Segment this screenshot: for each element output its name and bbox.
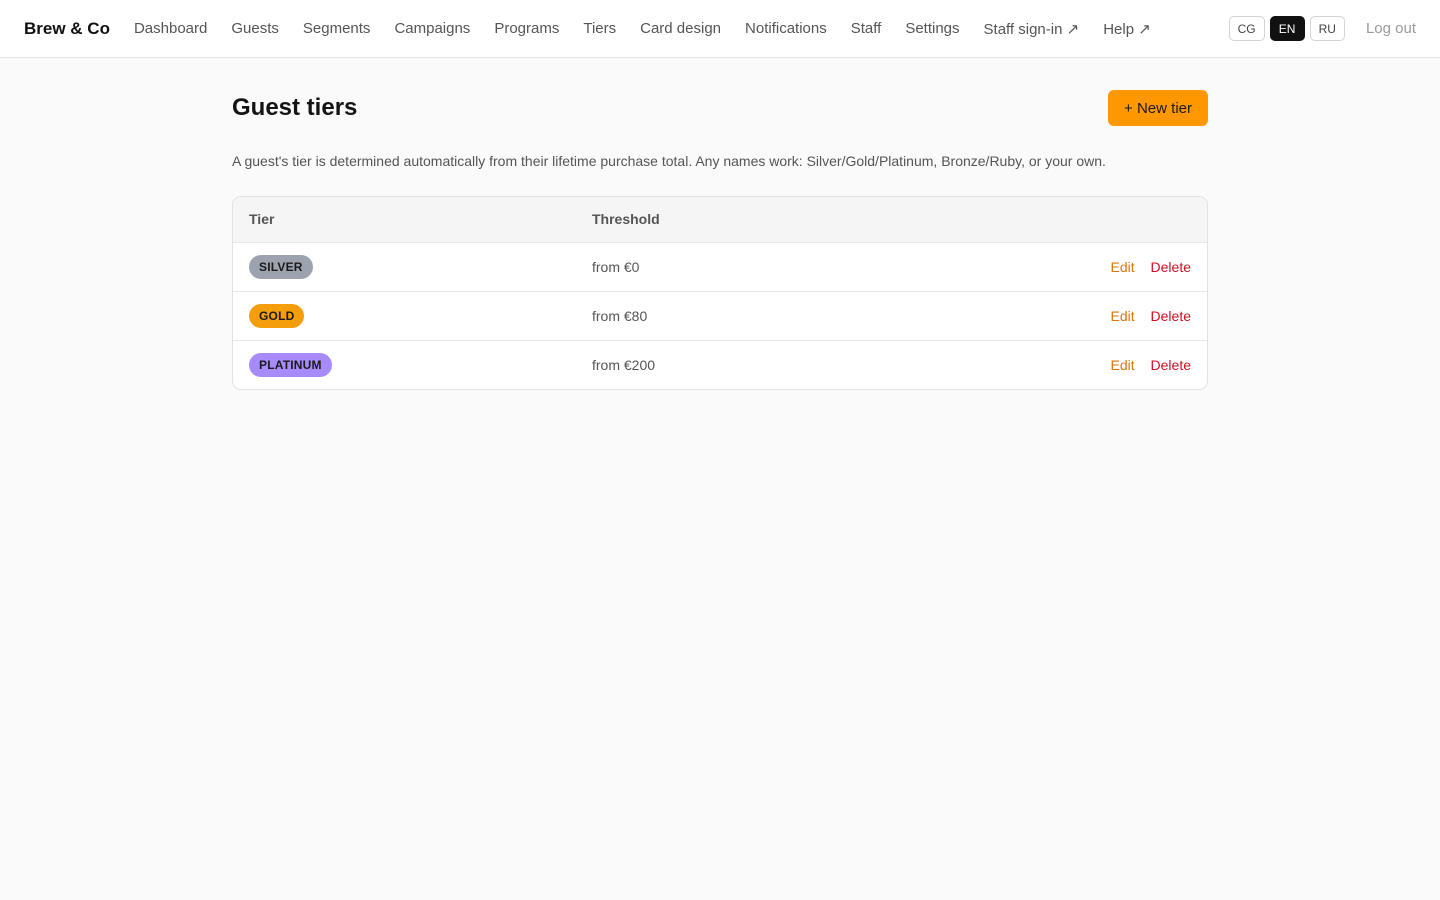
delete-link[interactable]: Delete (1151, 357, 1191, 373)
page-description: A guest's tier is determined automatical… (232, 153, 1106, 169)
page-title: Guest tiers (232, 94, 358, 121)
threshold-cell: from €0 (592, 258, 640, 275)
tier-cell: GOLD (233, 291, 576, 340)
nav-item-guests[interactable]: Guests (231, 20, 279, 37)
actions-cell: Edit Delete (872, 242, 1207, 291)
table-row: PLATINUM from €200 Edit Delete (233, 340, 1207, 389)
nav-item-campaigns[interactable]: Campaigns (394, 20, 470, 37)
language-switcher: CG EN RU Log out (1228, 16, 1416, 41)
nav-item-dashboard[interactable]: Dashboard (134, 20, 207, 37)
tier-cell: PLATINUM (233, 340, 576, 389)
nav-item-help[interactable]: Help ↗ (1103, 20, 1151, 38)
delete-link[interactable]: Delete (1151, 259, 1191, 275)
top-navigation-bar: Brew & Co Dashboard Guests Segments Camp… (0, 0, 1440, 58)
language-button-ru[interactable]: RU (1309, 16, 1345, 41)
main-nav: Dashboard Guests Segments Campaigns Prog… (134, 20, 1229, 38)
brand-logo[interactable]: Brew & Co (24, 19, 110, 39)
table-body: SILVER from €0 Edit Delete GOLD from €80… (233, 242, 1207, 389)
tier-badge-silver: SILVER (249, 254, 313, 279)
nav-item-staff[interactable]: Staff (851, 20, 882, 37)
delete-link[interactable]: Delete (1151, 308, 1191, 324)
nav-item-programs[interactable]: Programs (494, 20, 559, 37)
column-header-tier: Tier (249, 211, 275, 228)
table-row: SILVER from €0 Edit Delete (233, 242, 1207, 291)
actions-cell: Edit Delete (872, 340, 1207, 389)
tier-badge-platinum: PLATINUM (249, 352, 332, 377)
main-content: Guest tiers + New tier A guest's tier is… (232, 58, 1208, 390)
column-header-threshold: Threshold (592, 211, 660, 228)
nav-item-card-design[interactable]: Card design (640, 20, 721, 37)
column-header-actions (872, 197, 1207, 242)
threshold-cell: from €200 (592, 356, 656, 373)
tier-badge-gold: GOLD (249, 303, 305, 328)
table-header: Tier Threshold (233, 197, 1207, 242)
language-button-cg[interactable]: CG (1228, 16, 1265, 41)
tiers-table: Tier Threshold SILVER from €0 Edit Delet… (233, 197, 1207, 389)
nav-item-notifications[interactable]: Notifications (745, 20, 827, 37)
page-header: Guest tiers + New tier (232, 90, 1208, 126)
threshold-cell: from €80 (592, 307, 648, 324)
tier-cell: SILVER (233, 242, 576, 291)
nav-item-tiers[interactable]: Tiers (583, 20, 616, 37)
nav-item-staff-sign-in[interactable]: Staff sign-in ↗ (984, 20, 1080, 38)
nav-item-segments[interactable]: Segments (303, 20, 371, 37)
tiers-table-card: Tier Threshold SILVER from €0 Edit Delet… (232, 196, 1208, 390)
table-row: GOLD from €80 Edit Delete (233, 291, 1207, 340)
language-button-en[interactable]: EN (1269, 16, 1305, 41)
nav-item-settings[interactable]: Settings (905, 20, 959, 37)
table-header-row: Tier Threshold (233, 197, 1207, 242)
actions-cell: Edit Delete (872, 291, 1207, 340)
logout-link[interactable]: Log out (1366, 20, 1416, 37)
new-tier-button[interactable]: + New tier (1108, 90, 1208, 126)
edit-link[interactable]: Edit (1111, 357, 1135, 373)
edit-link[interactable]: Edit (1111, 259, 1135, 275)
edit-link[interactable]: Edit (1111, 308, 1135, 324)
